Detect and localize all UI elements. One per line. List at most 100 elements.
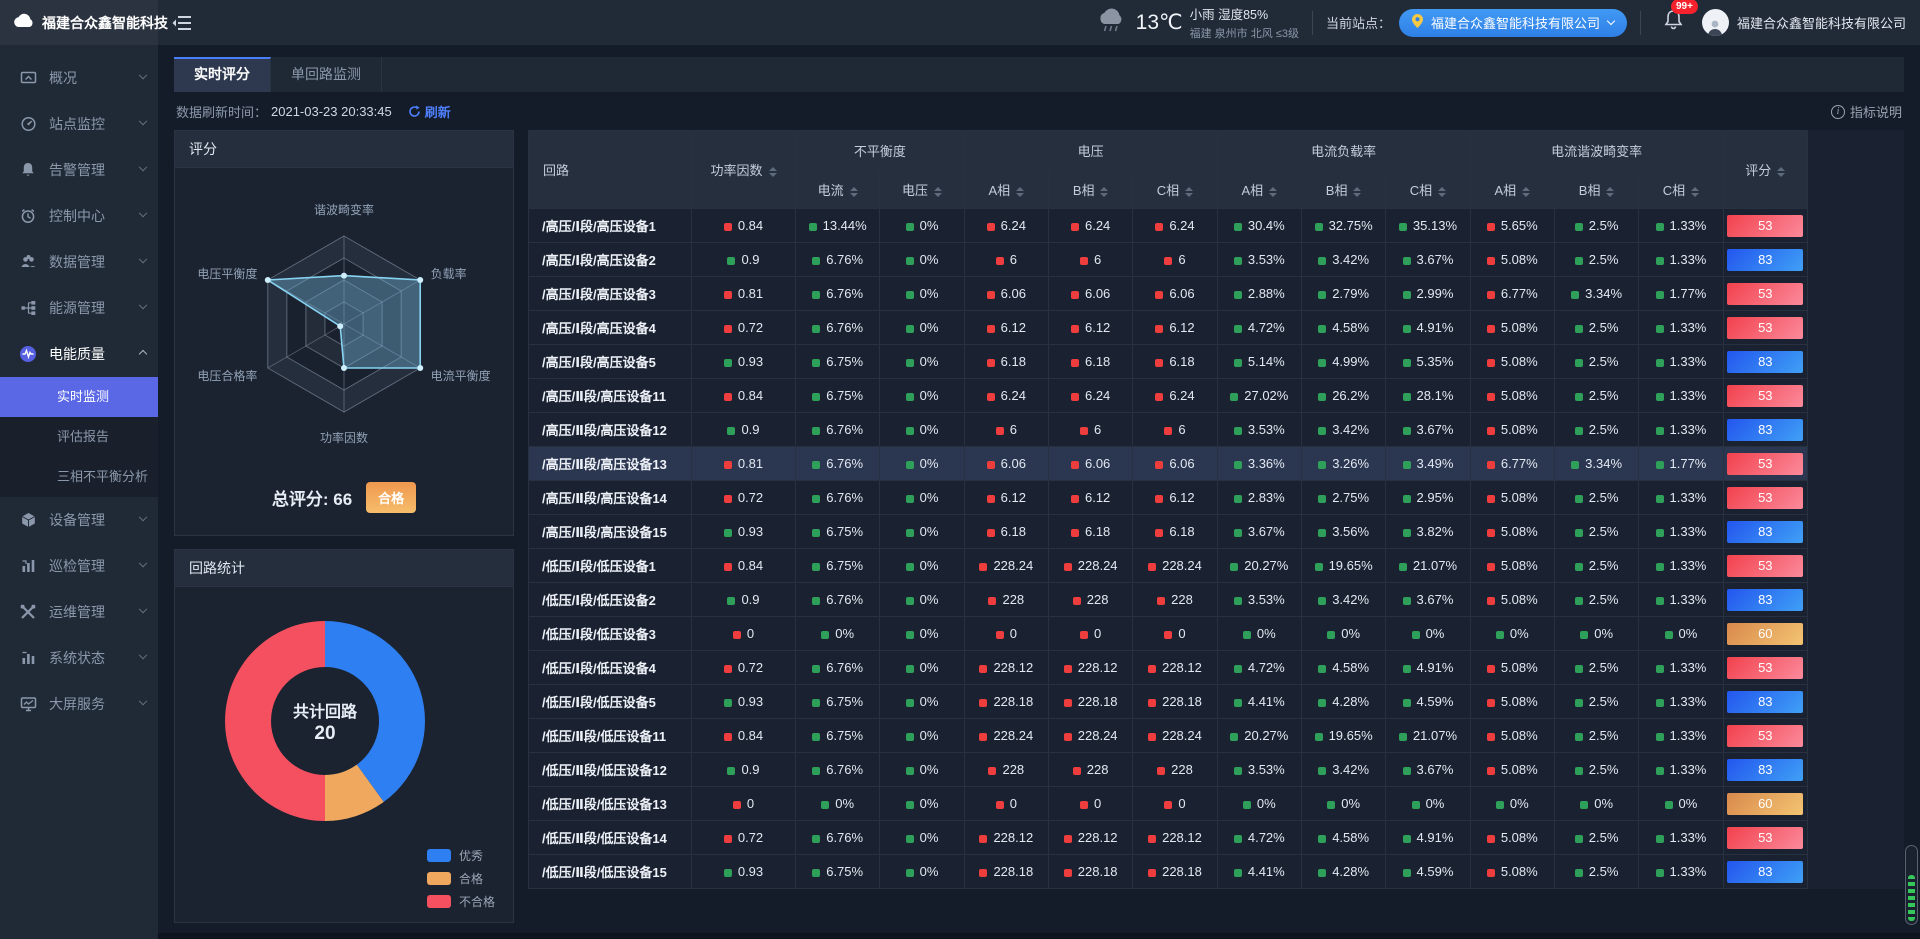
sidebar-item-11[interactable]: 大屏服务 [0,681,158,727]
table-row-3[interactable]: /高压/Ⅰ段/高压设备40.726.76%0%6.126.126.124.72%… [529,311,1904,345]
sidebar-subitem-0[interactable]: 实时监测 [0,377,158,417]
value-cell: 4.72% [1217,651,1301,685]
circuit-name: /高压/Ⅰ段/高压设备4 [529,311,692,345]
legend-item-2[interactable]: 不合格 [427,893,495,910]
legend-item-1[interactable]: 合格 [427,870,495,887]
green-status-dot [1575,359,1583,367]
sort-caret-icon [1438,187,1446,197]
radar-axis-label: 电压合格率 [197,368,257,383]
notifications-button[interactable]: 99+ [1658,10,1689,36]
value-cell: 2.5% [1554,753,1638,787]
sidebar-item-1[interactable]: 站点监控 [0,101,158,147]
col-header-1-1[interactable]: B相 [1048,170,1132,209]
value-cell: 0.9 [692,413,796,447]
sidebar-item-10[interactable]: 系统状态 [0,635,158,681]
sidebar-item-4[interactable]: 数据管理 [0,239,158,285]
green-status-dot [1403,393,1411,401]
sidebar-item-6[interactable]: 电能质量 [0,331,158,377]
col-header-3-1[interactable]: B相 [1554,170,1638,209]
col-header-0-1[interactable]: 电压 [880,170,964,209]
tab-1[interactable]: 单回路监测 [271,57,382,92]
col-group-2: 电流负载率 [1217,131,1470,170]
sidebar-item-8[interactable]: 巡检管理 [0,543,158,589]
circuit-name: /高压/Ⅱ段/高压设备14 [529,481,692,515]
red-status-dot [1487,223,1495,231]
refresh-button[interactable]: 刷新 [408,102,451,121]
logo: 福建合众鑫智能科技 [0,0,158,45]
table-row-9[interactable]: /高压/Ⅱ段/高压设备150.936.75%0%6.186.186.183.67… [529,515,1904,549]
sidebar-item-3[interactable]: 控制中心 [0,193,158,239]
legend-label: 优秀 [459,847,483,864]
table-row-11[interactable]: /低压/Ⅰ段/低压设备20.96.76%0%2282282283.53%3.42… [529,583,1904,617]
col-header-2-0[interactable]: A相 [1217,170,1301,209]
col-header-2-2[interactable]: C相 [1386,170,1470,209]
table-row-8[interactable]: /高压/Ⅱ段/高压设备140.726.76%0%6.126.126.122.83… [529,481,1904,515]
col-header-1-2[interactable]: C相 [1133,170,1217,209]
table-row-10[interactable]: /低压/Ⅰ段/低压设备10.846.75%0%228.24228.24228.2… [529,549,1904,583]
sidebar-subitem-2[interactable]: 三相不平衡分析 [0,457,158,497]
donut-slice-不合格 [225,621,325,821]
col-header-3-2[interactable]: C相 [1639,170,1723,209]
table-row-19[interactable]: /低压/Ⅱ段/低压设备150.936.75%0%228.18228.18228.… [529,855,1904,889]
value-cell: 6.18 [1133,515,1217,549]
table-row-6[interactable]: /高压/Ⅱ段/高压设备120.96.76%0%6663.53%3.42%3.67… [529,413,1904,447]
sidebar-subitem-1[interactable]: 评估报告 [0,417,158,457]
green-status-dot [1665,801,1673,809]
green-status-dot [1403,495,1411,503]
red-status-dot [733,801,741,809]
table-row-2[interactable]: /高压/Ⅰ段/高压设备30.816.76%0%6.066.066.062.88%… [529,277,1904,311]
table-row-0[interactable]: /高压/Ⅰ段/高压设备10.8413.44%0%6.246.246.2430.4… [529,209,1904,243]
table-row-13[interactable]: /低压/Ⅰ段/低压设备40.726.76%0%228.12228.12228.1… [529,651,1904,685]
value-cell: 0.93 [692,685,796,719]
table-row-15[interactable]: /低压/Ⅱ段/低压设备110.846.75%0%228.24228.24228.… [529,719,1904,753]
red-status-dot [979,733,987,741]
col-header-power-factor[interactable]: 功率因数 [692,131,796,209]
table-row-16[interactable]: /低压/Ⅱ段/低压设备120.96.76%0%2282282283.53%3.4… [529,753,1904,787]
table-row-17[interactable]: /低压/Ⅱ段/低压设备1300%0%0000%0%0%0%0%0%60 [529,787,1904,821]
collapse-menu-icon[interactable] [172,15,191,31]
table-row-7[interactable]: /高压/Ⅱ段/高压设备130.816.76%0%6.066.066.063.36… [529,447,1904,481]
radar-axis-label: 功率因数 [320,430,368,445]
table-row-5[interactable]: /高压/Ⅱ段/高压设备110.846.75%0%6.246.246.2427.0… [529,379,1904,413]
topbar-right: 13℃ 小雨 湿度85% 福建 泉州市 北风 ≤3级 当前站点： 福建合众鑫智能… [1095,4,1906,41]
green-status-dot [1318,393,1326,401]
sidebar-item-0[interactable]: 概况 [0,55,158,101]
value-cell: 5.08% [1470,413,1554,447]
sidebar-item-7[interactable]: 设备管理 [0,497,158,543]
table-row-12[interactable]: /低压/Ⅰ段/低压设备300%0%0000%0%0%0%0%0%60 [529,617,1904,651]
col-header-3-0[interactable]: A相 [1470,170,1554,209]
value-cell: 0.72 [692,821,796,855]
value-cell: 6.76% [796,583,880,617]
red-status-dot [987,325,995,333]
sidebar-item-9[interactable]: 运维管理 [0,589,158,635]
value-cell: 0% [1386,787,1470,821]
company-name: 福建合众鑫智能科技 [42,13,168,33]
green-status-dot [812,597,820,605]
value-cell: 4.28% [1301,855,1385,889]
green-status-dot [1665,631,1673,639]
metric-help-link[interactable]: i 指标说明 [1831,102,1902,121]
score-cell: 83 [1723,685,1807,719]
green-status-dot [812,699,820,707]
red-status-dot [1064,835,1072,843]
legend-item-0[interactable]: 优秀 [427,847,495,864]
value-cell: 4.59% [1386,685,1470,719]
col-header-score[interactable]: 评分 [1723,131,1807,209]
green-status-dot [1403,597,1411,605]
station-dropdown[interactable]: 福建合众鑫智能科技有限公司 [1399,9,1627,37]
tab-0[interactable]: 实时评分 [174,57,271,92]
value-cell: 0% [880,549,964,583]
sidebar-item-5[interactable]: 能源管理 [0,285,158,331]
col-header-1-0[interactable]: A相 [964,170,1048,209]
col-header-2-1[interactable]: B相 [1301,170,1385,209]
score-bar: 53 [1727,385,1803,407]
table-row-4[interactable]: /高压/Ⅰ段/高压设备50.936.75%0%6.186.186.185.14%… [529,345,1904,379]
col-header-0-0[interactable]: 电流 [796,170,880,209]
table-row-18[interactable]: /低压/Ⅱ段/低压设备140.726.76%0%228.12228.12228.… [529,821,1904,855]
table-row-14[interactable]: /低压/Ⅰ段/低压设备50.936.75%0%228.18228.18228.1… [529,685,1904,719]
user-menu[interactable]: 福建合众鑫智能科技有限公司 [1702,9,1906,36]
sidebar-item-2[interactable]: 告警管理 [0,147,158,193]
table-row-1[interactable]: /高压/Ⅰ段/高压设备20.96.76%0%6663.53%3.42%3.67%… [529,243,1904,277]
green-status-dot [1403,325,1411,333]
scrollbar-thumb[interactable] [1905,845,1918,925]
